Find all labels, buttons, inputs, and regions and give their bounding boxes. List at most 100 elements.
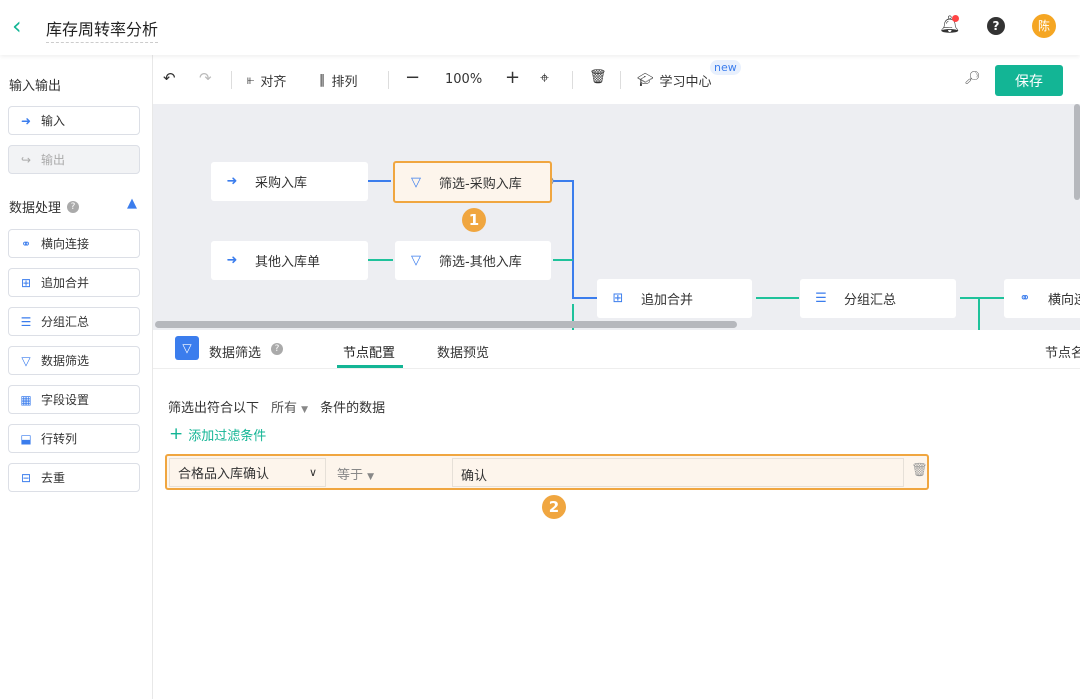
help-icon[interactable]: ? <box>67 200 80 213</box>
condition-row: 合格品入库确认 ∨ 等于 ▼ 确认 🗑︎ <box>165 454 929 490</box>
operator-select[interactable]: 等于 ▼ <box>337 464 374 483</box>
arrange-button[interactable]: ∥ 排列 <box>319 71 358 90</box>
page-title[interactable]: 库存周转率分析 <box>46 16 159 43</box>
tab-node-config[interactable]: 节点配置 <box>343 342 395 361</box>
operator-value: 等于 <box>337 468 364 483</box>
match-mode-value: 所有 <box>271 401 298 416</box>
pivot-icon: ⬓ <box>20 431 32 446</box>
zoom-level: 100% <box>445 72 483 87</box>
graduation-cap-icon: 🎓︎ <box>637 73 654 88</box>
node-label: 分组汇总 <box>844 293 897 308</box>
zoom-in-icon[interactable]: + <box>505 67 520 88</box>
filter-icon: ▽ <box>21 353 31 368</box>
flow-canvas[interactable]: ➜ 采购入库 ▽ 筛选-采购入库 ➜ 其他入库单 ▽ 筛选-其他入库 ⊞ 追加合并 ☰ 分组… <box>153 104 1080 330</box>
filter-sentence: 筛选出符合以下 所有 ▼ 条件的数据 <box>168 397 385 416</box>
arrow-in-icon: ➜ <box>20 113 32 128</box>
sidebar-item-input[interactable]: ➜ 输入 <box>8 106 140 135</box>
locate-icon[interactable]: ⌖ <box>540 68 549 88</box>
sidebar-item-fields[interactable]: ▦ 字段设置 <box>8 385 140 414</box>
chevron-down-icon: ∨ <box>308 466 317 479</box>
save-button[interactable]: 保存 <box>995 65 1063 96</box>
zoom-out-icon[interactable]: − <box>405 67 420 88</box>
align-label: 对齐 <box>260 75 287 90</box>
back-icon[interactable]: ‹ <box>12 12 22 40</box>
item-label: 输出 <box>41 153 66 167</box>
arrow-in-icon: ➜ <box>226 253 238 268</box>
item-label: 分组汇总 <box>41 315 90 329</box>
link-icon: ⚭ <box>1019 291 1031 306</box>
proc-heading-text: 数据处理 <box>9 201 62 216</box>
table-icon: ▦ <box>20 392 32 407</box>
sidebar-item-dedupe[interactable]: ⊟ 去重 <box>8 463 140 492</box>
toolbar: ↶ ↷ ⫦ 对齐 ∥ 排列 − 100% + ⌖ 🗑︎ 🎓︎ 学习中心 new 🔎︎ <box>153 55 1080 104</box>
config-panel: ▽ 数据筛选 ? 节点配置 数据预览 节点名 筛选出符合以下 所有 ▼ 条件的数… <box>153 330 1080 699</box>
proc-heading: 数据处理? <box>9 197 80 216</box>
vertical-scrollbar[interactable] <box>1074 104 1080 200</box>
new-badge: new <box>710 60 741 75</box>
node-purchase-in[interactable]: ➜ 采购入库 <box>211 162 368 201</box>
merge-icon: ⊞ <box>612 291 624 306</box>
divider <box>572 71 573 89</box>
arrange-label: 排列 <box>331 75 358 90</box>
list-icon: ☰ <box>815 291 827 306</box>
delete-condition-icon[interactable]: 🗑︎ <box>911 463 928 478</box>
field-select[interactable]: 合格品入库确认 ∨ <box>169 458 326 487</box>
arrange-icon: ∥ <box>319 73 326 88</box>
match-mode-select[interactable]: 所有 ▼ <box>271 397 308 416</box>
plus-icon: + <box>169 424 184 444</box>
node-label: 横向连接 <box>1048 293 1080 308</box>
node-filter-other[interactable]: ▽ 筛选-其他入库 <box>395 241 551 280</box>
trash-icon[interactable]: 🗑︎ <box>589 69 607 85</box>
arrow-out-icon: ↪ <box>20 152 32 167</box>
list-icon: ☰ <box>20 314 32 329</box>
node-filter-purchase[interactable]: ▽ 筛选-采购入库 <box>393 161 552 203</box>
item-label: 输入 <box>41 114 66 128</box>
sidebar-item-join[interactable]: ⚭ 横向连接 <box>8 229 140 258</box>
learn-label: 学习中心 <box>659 75 712 90</box>
item-label: 横向连接 <box>41 237 90 251</box>
sidebar-item-pivot[interactable]: ⬓ 行转列 <box>8 424 140 453</box>
edge <box>960 297 1004 330</box>
node-group[interactable]: ☰ 分组汇总 <box>800 279 956 318</box>
help-icon[interactable]: ? <box>987 17 1005 35</box>
caret-down-icon: ▼ <box>367 472 375 482</box>
dedupe-icon: ⊟ <box>20 470 32 485</box>
value-input[interactable]: 确认 <box>452 458 904 487</box>
item-label: 数据筛选 <box>41 354 90 368</box>
filter-icon: ▽ <box>175 336 199 360</box>
avatar[interactable]: 陈 <box>1032 14 1056 38</box>
learning-center-link[interactable]: 🎓︎ 学习中心 <box>637 71 712 90</box>
marker-2: 2 <box>542 495 566 519</box>
item-label: 追加合并 <box>41 276 90 290</box>
divider <box>231 71 232 89</box>
tab-data-preview[interactable]: 数据预览 <box>437 342 489 361</box>
undo-icon[interactable]: ↶ <box>163 69 176 87</box>
caret-down-icon: ▼ <box>301 405 309 415</box>
node-other-in[interactable]: ➜ 其他入库单 <box>211 241 368 280</box>
sidebar-item-output[interactable]: ↪ 输出 <box>8 145 140 174</box>
link-icon: ⚭ <box>20 236 32 251</box>
sidebar-item-filter[interactable]: ▽ 数据筛选 <box>8 346 140 375</box>
warning-icon[interactable]: ▲ <box>127 196 137 211</box>
sidebar-item-group[interactable]: ☰ 分组汇总 <box>8 307 140 336</box>
notification-dot <box>952 15 959 22</box>
filter-prefix: 筛选出符合以下 <box>168 401 260 416</box>
item-label: 去重 <box>41 471 66 485</box>
filter-icon: ▽ <box>411 174 421 190</box>
help-icon[interactable]: ? <box>271 343 283 355</box>
sidebar-item-append[interactable]: ⊞ 追加合并 <box>8 268 140 297</box>
marker-1: 1 <box>462 208 486 232</box>
sidebar: 输入输出 ➜ 输入 ↪ 输出 数据处理? ▲ ⚭ 横向连接 ⊞ 追加合并 ☰ 分组汇总 ▽… <box>0 55 153 699</box>
align-button[interactable]: ⫦ 对齐 <box>247 71 286 90</box>
tab-node-name[interactable]: 节点名 <box>1045 342 1080 361</box>
add-condition-button[interactable]: + 添加过滤条件 <box>169 424 266 444</box>
node-append[interactable]: ⊞ 追加合并 <box>597 279 752 318</box>
node-label: 采购入库 <box>255 176 308 191</box>
preview-search-icon[interactable]: 🔎︎ <box>964 71 981 86</box>
node-label: 筛选-其他入库 <box>439 255 522 270</box>
horizontal-scrollbar[interactable] <box>155 321 737 328</box>
header: ‹ 库存周转率分析 🔔︎ ? 陈 <box>0 0 1080 55</box>
field-value: 合格品入库确认 <box>178 467 270 482</box>
redo-icon[interactable]: ↷ <box>199 69 212 87</box>
node-join[interactable]: ⚭ 横向连接 <box>1004 279 1080 318</box>
